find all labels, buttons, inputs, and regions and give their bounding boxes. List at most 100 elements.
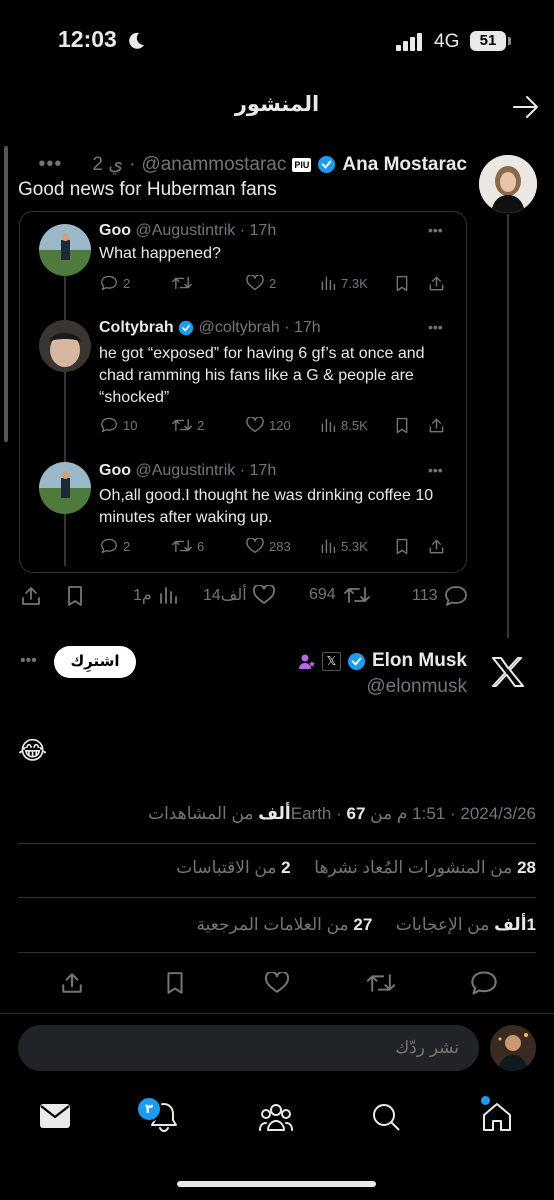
like-counts[interactable]: 1ألف من الإعجابات 27 من العلامات المرجعي… xyxy=(197,915,536,935)
reply-retweet-stat[interactable]: 6 xyxy=(172,538,204,554)
home-indicator xyxy=(177,1181,376,1187)
reply-like-stat[interactable]: 120 xyxy=(246,417,291,433)
reply-2-text: he got “exposed” for having 6 gf’s at on… xyxy=(99,345,425,406)
retweets-stat[interactable]: 694 xyxy=(309,585,375,605)
bookmark-icon[interactable] xyxy=(394,538,415,555)
author-handle[interactable]: @anammostarac xyxy=(141,154,286,176)
share-icon[interactable] xyxy=(428,275,450,292)
reply-retweet-stat[interactable]: 2 xyxy=(172,417,204,433)
bookmark-icon[interactable] xyxy=(394,275,415,292)
subscription-icon xyxy=(298,652,316,670)
affiliate-badge: PIU xyxy=(292,157,312,172)
more-icon[interactable]: ••• xyxy=(428,222,443,238)
main-post-text: 😂 xyxy=(18,737,48,765)
quoted-author-row: ••• 2 ي · @anammostarac PIU Ana Mostarac xyxy=(38,153,467,176)
views-stat[interactable]: 1م xyxy=(133,585,183,605)
reply-views-stat[interactable]: 5.3K xyxy=(320,538,368,554)
communities-icon[interactable] xyxy=(258,1102,294,1132)
more-icon[interactable]: ••• xyxy=(20,652,37,670)
post-meta: 2024/3/26 · 1:51 م من Earth · 67ألف من ا… xyxy=(148,804,536,823)
battery-tip xyxy=(508,37,511,45)
reply-field[interactable] xyxy=(18,1025,479,1071)
reply-views-stat[interactable]: 8.5K xyxy=(320,417,368,433)
reply-like-stat[interactable]: 2 xyxy=(246,275,276,291)
author-name[interactable]: Ana Mostarac xyxy=(342,154,467,176)
reply-icon[interactable] xyxy=(470,970,498,996)
coltybrah-avatar xyxy=(39,320,91,372)
post-time: 2 ي xyxy=(92,154,124,175)
x-affiliate-badge: 𝕏 xyxy=(321,651,341,671)
reply-3-text: Oh,all good.I thought he was drinking co… xyxy=(99,487,434,526)
share-icon[interactable] xyxy=(428,538,450,555)
likes-stat[interactable]: 14ألف xyxy=(203,585,280,605)
verified-icon xyxy=(317,155,336,174)
retweet-icon xyxy=(172,539,192,553)
reply-3-header: Goo @Augustintrik · 17h xyxy=(99,462,277,479)
reply-icon xyxy=(101,417,117,433)
views-icon xyxy=(321,276,336,291)
divider xyxy=(0,1013,554,1014)
reply-icon xyxy=(101,275,117,291)
goo-avatar xyxy=(39,224,91,276)
scrollbar[interactable] xyxy=(4,146,8,442)
reply-reply-stat[interactable]: 2 xyxy=(100,275,130,291)
home-icon[interactable] xyxy=(481,1101,513,1133)
bookmark-icon[interactable] xyxy=(164,971,186,995)
more-icon[interactable]: ••• xyxy=(428,462,443,478)
back-arrow-icon[interactable] xyxy=(512,94,540,120)
moon-icon xyxy=(126,31,146,51)
like-icon xyxy=(246,538,264,554)
battery-icon: 51 xyxy=(470,31,506,51)
views-icon xyxy=(321,418,336,433)
reply-1-header: Goo @Augustintrik · 17h xyxy=(99,222,277,239)
replies-stat[interactable]: 113 xyxy=(412,585,473,607)
divider xyxy=(18,843,536,844)
ana-avatar[interactable] xyxy=(479,155,537,213)
reply-like-stat[interactable]: 283 xyxy=(246,538,291,554)
reply-2-header: Coltybrah @coltybrah · 17h xyxy=(99,319,321,336)
verified-icon xyxy=(178,320,194,336)
share-icon[interactable] xyxy=(20,585,42,607)
retweet-icon xyxy=(172,418,192,432)
x-logo-icon[interactable] xyxy=(491,656,525,688)
more-icon[interactable]: ••• xyxy=(428,319,443,335)
reply-reply-stat[interactable]: 10 xyxy=(100,417,137,433)
messages-icon[interactable] xyxy=(39,1103,71,1129)
goo-avatar xyxy=(39,462,91,514)
notifications-badge: ٣ xyxy=(136,1096,162,1122)
status-time: 12:03 xyxy=(58,26,117,52)
share-icon[interactable] xyxy=(60,971,84,995)
battery-level: 51 xyxy=(479,32,497,49)
main-author-row: 𝕏 Elon Musk xyxy=(298,650,467,672)
bookmark-icon[interactable] xyxy=(65,585,85,607)
reply-views-stat[interactable]: 7.3K xyxy=(320,275,368,291)
like-icon xyxy=(246,275,264,291)
repost-counts[interactable]: 28 من المنشورات المُعاد نشرها 2 من الاقت… xyxy=(176,858,536,878)
divider xyxy=(18,952,536,953)
like-icon xyxy=(246,417,264,433)
like-icon[interactable] xyxy=(264,972,290,994)
main-author-name[interactable]: Elon Musk xyxy=(372,650,467,672)
bookmark-icon[interactable] xyxy=(394,417,415,434)
page-title: المنشور xyxy=(234,93,320,116)
retweet-icon[interactable] xyxy=(366,972,396,994)
verified-icon xyxy=(347,652,366,671)
thread-line xyxy=(507,214,509,638)
search-icon[interactable] xyxy=(371,1102,401,1132)
subscribe-button[interactable]: اشترِك xyxy=(54,646,136,678)
user-avatar[interactable] xyxy=(490,1025,536,1071)
more-icon[interactable]: ••• xyxy=(38,153,62,176)
network-label: 4G xyxy=(434,31,460,52)
reply-1-text: What happened? xyxy=(99,245,221,262)
reply-input[interactable] xyxy=(18,1025,479,1071)
reply-retweet-stat[interactable] xyxy=(172,275,197,291)
share-icon[interactable] xyxy=(428,417,450,434)
quoted-post-text: Good news for Huberman fans xyxy=(18,179,277,200)
divider xyxy=(18,897,536,898)
reply-reply-stat[interactable]: 2 xyxy=(100,538,130,554)
signal-icon xyxy=(396,33,424,51)
reply-icon xyxy=(101,538,117,554)
views-icon xyxy=(321,539,336,554)
home-unread-dot xyxy=(481,1096,490,1105)
main-author-handle[interactable]: @elonmusk xyxy=(366,676,467,698)
